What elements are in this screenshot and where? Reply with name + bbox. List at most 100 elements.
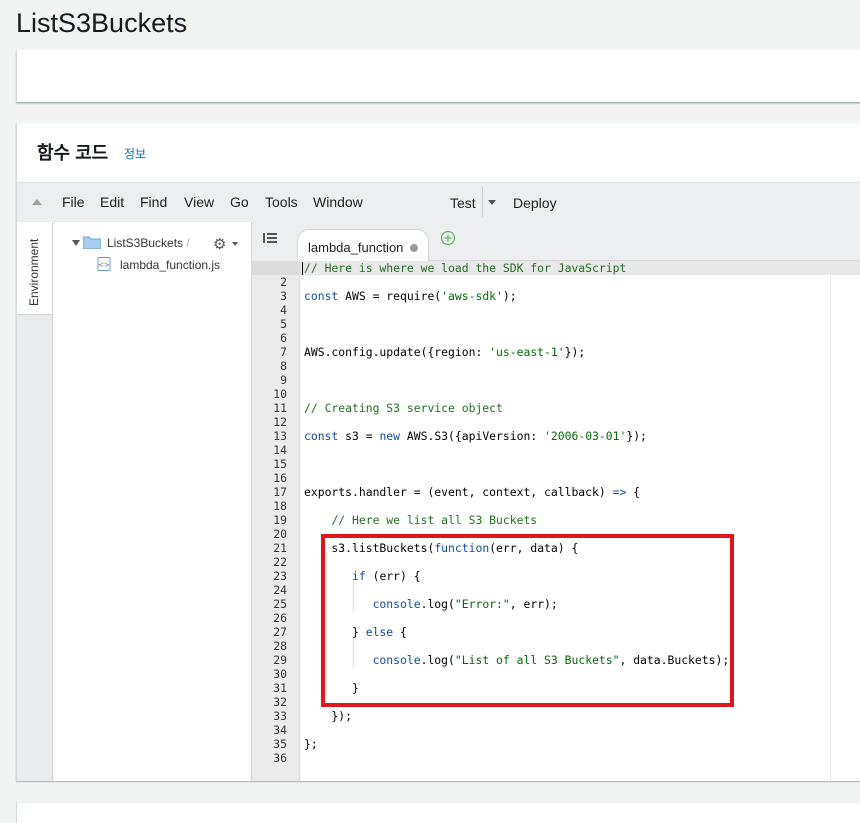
test-button[interactable]: Test (450, 195, 476, 211)
line-number: 2 (280, 275, 287, 289)
line-number: 16 (273, 471, 287, 485)
ide-menubar: File Edit Find View Go Tools Window Test… (17, 182, 860, 223)
file-lambda-function[interactable]: lambda_function.js (120, 258, 220, 272)
line-number: 20 (273, 527, 287, 541)
tab-lambda-function[interactable]: lambda_function (297, 229, 429, 261)
code-token: => (612, 485, 627, 499)
code-editor: lambda_function 123456789101112131415161… (252, 222, 860, 781)
line-number: 27 (273, 625, 287, 639)
code-token: new (379, 429, 401, 443)
code-token: (err, data) { (489, 541, 579, 555)
line-number: 28 (273, 639, 287, 653)
menu-window[interactable]: Window (313, 194, 363, 210)
code-token: } (304, 625, 366, 639)
deploy-button[interactable]: Deploy (513, 195, 557, 211)
code-line[interactable]: const AWS = require('aws-sdk'); (304, 289, 517, 303)
code-line[interactable]: const s3 = new AWS.S3({apiVersion: '2006… (304, 429, 647, 443)
code-token: .log( (420, 597, 455, 611)
line-number: 9 (280, 373, 287, 387)
code-token: , data.Buckets); (619, 653, 730, 667)
function-code-panel: 함수 코드 정보 File Edit Find View Go Tools Wi… (16, 123, 860, 781)
active-line-gutter (252, 261, 299, 275)
line-number: 8 (280, 359, 287, 373)
code-line[interactable]: } else { (304, 625, 407, 639)
line-number: 13 (273, 429, 287, 443)
code-line[interactable]: } (304, 681, 359, 695)
line-number: 23 (273, 569, 287, 583)
function-overview-panel (16, 50, 860, 103)
collapse-menubar-icon[interactable] (32, 199, 42, 205)
code-token: (err) { (365, 569, 421, 583)
line-number: 10 (273, 387, 287, 401)
environment-tab-header[interactable]: Environment (17, 222, 52, 315)
code-line[interactable]: s3.listBuckets(function(err, data) { (304, 541, 578, 555)
line-number: 11 (273, 401, 287, 415)
folder-icon (83, 236, 101, 249)
code-line[interactable]: }); (304, 709, 352, 723)
code-line[interactable]: }; (304, 737, 318, 751)
code-line[interactable]: // Here is where we load the SDK for Jav… (304, 261, 626, 275)
line-number: 3 (280, 289, 287, 303)
indent-guide (353, 639, 354, 667)
code-line[interactable]: if (err) { (304, 569, 421, 583)
environment-tab-label[interactable]: Environment (27, 239, 41, 306)
code-token: // Creating S3 service object (304, 401, 503, 415)
code-token: console (372, 597, 421, 611)
line-number: 24 (273, 583, 287, 597)
line-number: 26 (273, 611, 287, 625)
info-link[interactable]: 정보 (124, 145, 146, 162)
test-dropdown-caret-icon[interactable] (488, 200, 496, 205)
plus-circle-icon[interactable] (440, 230, 456, 246)
test-divider (482, 187, 483, 217)
line-number: 5 (280, 317, 287, 331)
code-text-area[interactable]: // Here is where we load the SDK for Jav… (300, 260, 831, 781)
menu-go[interactable]: Go (230, 194, 249, 210)
root-folder-path: - / (179, 236, 190, 250)
code-line[interactable]: // Here we list all S3 Buckets (304, 513, 537, 527)
line-number: 25 (273, 597, 287, 611)
line-number: 14 (273, 443, 287, 457)
code-token: if (352, 569, 366, 583)
line-number: 32 (273, 695, 287, 709)
code-token: { (393, 625, 407, 639)
menu-file[interactable]: File (62, 194, 85, 210)
line-number: 34 (273, 723, 287, 737)
line-number: 29 (273, 653, 287, 667)
code-token: { (626, 485, 641, 499)
code-token: AWS = require( (338, 289, 442, 303)
code-token: AWS.config.update({region: (304, 345, 490, 359)
code-token: console (372, 653, 421, 667)
gear-caret-icon[interactable] (232, 242, 238, 246)
root-folder-label[interactable]: ListS3Buckets (107, 236, 183, 250)
line-number: 35 (273, 737, 287, 751)
line-number-gutter: 1234567891011121314151617181920212223242… (252, 260, 300, 781)
line-number: 31 (273, 681, 287, 695)
line-number: 33 (273, 709, 287, 723)
code-line[interactable]: // Creating S3 service object (304, 401, 503, 415)
text-cursor (302, 262, 303, 275)
line-number: 4 (280, 303, 287, 317)
menu-view[interactable]: View (184, 194, 214, 210)
environment-side-tab[interactable]: Environment (17, 222, 53, 781)
code-line[interactable]: exports.handler = (event, context, callb… (304, 485, 640, 499)
gear-icon[interactable]: ⚙ (213, 235, 226, 253)
line-number: 15 (273, 457, 287, 471)
js-file-icon: <> (97, 257, 111, 271)
code-line[interactable]: console.log("Error:", err); (304, 597, 558, 611)
menu-find[interactable]: Find (140, 194, 167, 210)
menu-edit[interactable]: Edit (100, 194, 124, 210)
tab-list-icon[interactable] (263, 232, 277, 244)
unsaved-dot-icon[interactable] (410, 244, 418, 252)
code-token: "List of all S3 Buckets" (454, 653, 620, 667)
editor-tabbar: lambda_function (252, 222, 860, 261)
code-line[interactable]: console.log("List of all S3 Buckets", da… (304, 653, 730, 667)
code-token: exports.handler = (event, context, callb… (304, 485, 613, 499)
tab-label[interactable]: lambda_function (308, 240, 403, 255)
code-token: }); (564, 345, 586, 359)
tree-expand-arrow-icon[interactable] (72, 240, 80, 246)
file-tree: ListS3Buckets - / ⚙ <> lambda_function.j… (53, 222, 252, 781)
code-token: }); (626, 429, 647, 443)
code-line[interactable]: AWS.config.update({region: 'us-east-1'})… (304, 345, 585, 359)
menu-tools[interactable]: Tools (265, 194, 298, 210)
